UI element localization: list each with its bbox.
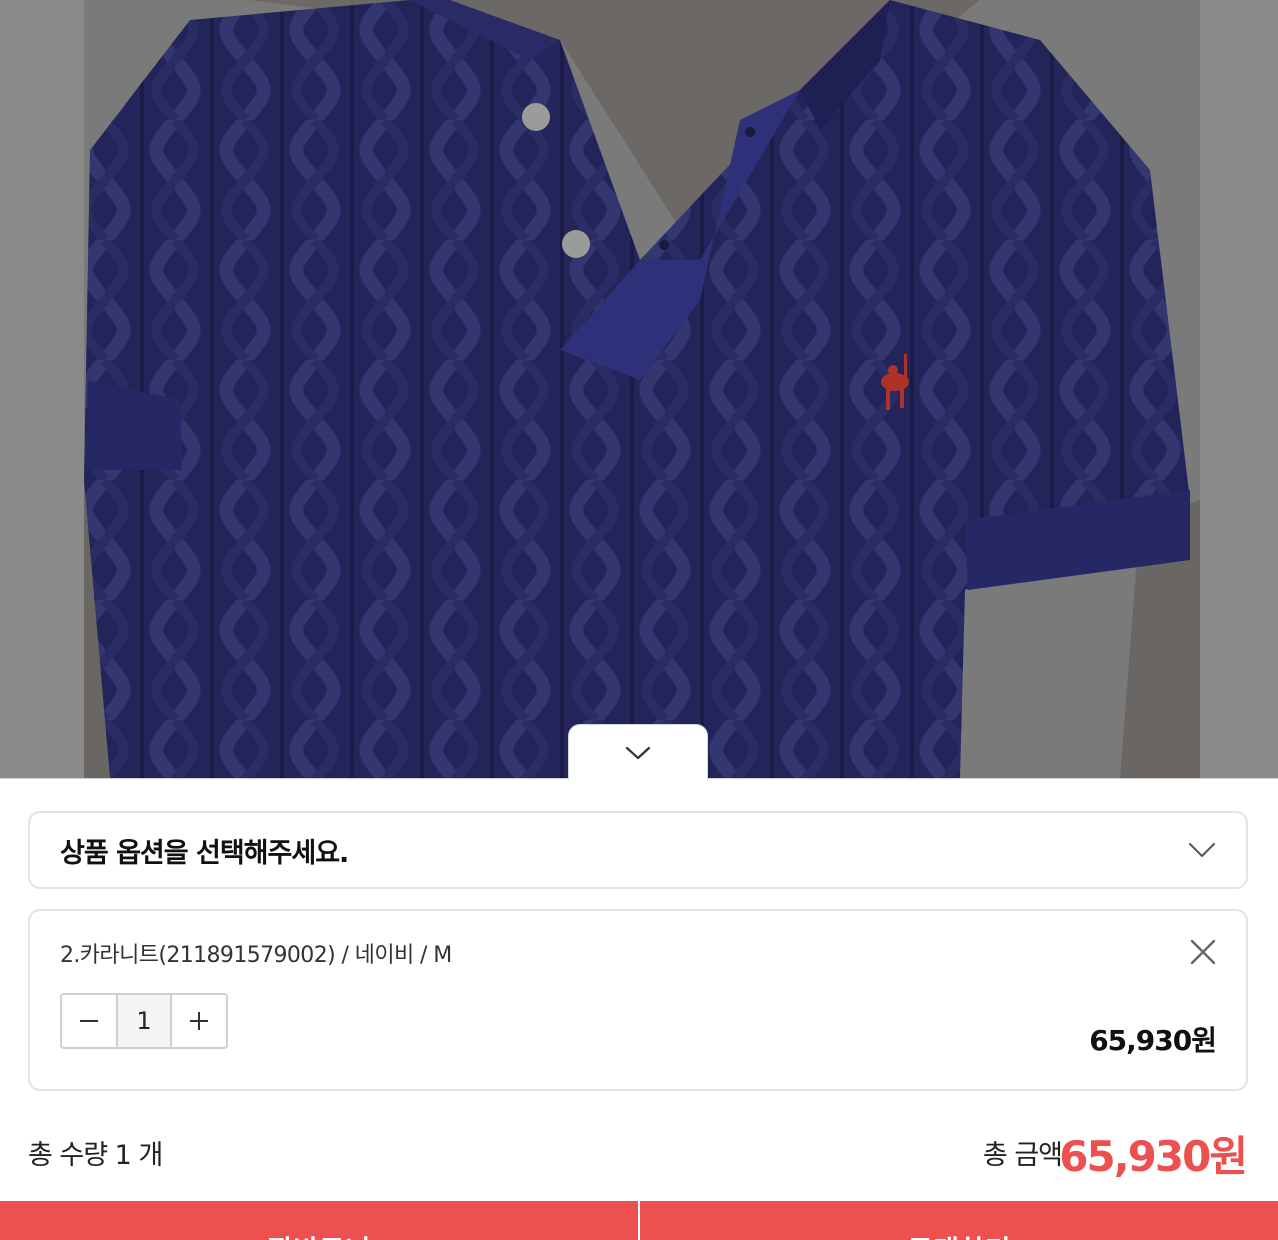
total-quantity: 총 수량 1 개 (28, 1140, 163, 1171)
product-photo-illustration (0, 0, 1278, 778)
chevron-down-icon (625, 746, 651, 759)
buy-now-button[interactable]: 구매하기 (638, 1201, 1278, 1240)
action-bar: 장바구니 구매하기 (0, 1201, 1278, 1240)
collapse-sheet-button[interactable] (568, 724, 708, 780)
total-price: 65,930원 (1059, 1132, 1248, 1181)
close-icon (1190, 939, 1216, 965)
option-select[interactable]: 상품 옵션을 선택해주세요. (28, 811, 1248, 889)
selected-option-price: 65,930원 (1089, 1024, 1217, 1057)
selected-option-item: 2.카라니트(211891579002) / 네이비 / M 1 65,930원 (28, 909, 1248, 1091)
selected-option-name: 2.카라니트(211891579002) / 네이비 / M (60, 943, 452, 968)
quantity-stepper: 1 (60, 993, 228, 1049)
increment-button[interactable] (172, 995, 226, 1047)
add-to-cart-button[interactable]: 장바구니 (0, 1201, 638, 1240)
quantity-value[interactable]: 1 (116, 995, 172, 1047)
total-price-label: 총 금액 (982, 1140, 1063, 1171)
minus-icon (80, 1020, 98, 1022)
product-image (0, 0, 1278, 778)
decrement-button[interactable] (62, 995, 116, 1047)
remove-option-button[interactable] (1186, 935, 1220, 969)
option-sheet: 상품 옵션을 선택해주세요. 2.카라니트(211891579002) / 네이… (0, 778, 1278, 1240)
option-select-placeholder: 상품 옵션을 선택해주세요. (60, 837, 349, 869)
chevron-down-icon (1189, 843, 1215, 857)
plus-icon (190, 1012, 208, 1030)
